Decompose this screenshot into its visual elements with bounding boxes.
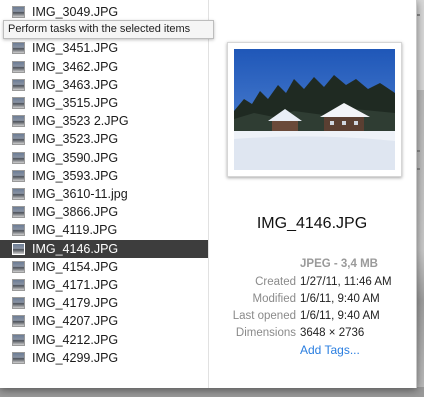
- file-row[interactable]: IMG_4119.JPG: [0, 221, 208, 239]
- file-name: IMG_3049.JPG: [32, 5, 119, 19]
- file-name: IMG_3515.JPG: [32, 96, 119, 110]
- background-strip: [0, 387, 424, 397]
- file-row[interactable]: IMG_4179.JPG: [0, 294, 208, 312]
- file-row[interactable]: IMG_3610-11.jpg: [0, 185, 208, 203]
- image-file-icon: [12, 242, 25, 255]
- metadata-value: 1/6/11, 9:40 AM: [300, 293, 380, 305]
- image-file-icon: [12, 133, 25, 146]
- file-name: IMG_3451.JPG: [32, 41, 119, 56]
- image-file-icon: [12, 351, 25, 364]
- metadata-key: Last opened: [232, 310, 296, 322]
- image-file-icon: [12, 260, 25, 273]
- file-row[interactable]: IMG_3523.JPG: [0, 130, 208, 148]
- metadata-value: 1/27/11, 11:46 AM: [300, 276, 392, 288]
- file-name: IMG_3463.JPG: [32, 77, 119, 92]
- file-row[interactable]: IMG_4299.JPG: [0, 349, 208, 367]
- metadata-key: Modified: [252, 293, 296, 305]
- file-name: IMG_4207.JPG: [32, 314, 119, 329]
- image-file-icon: [12, 42, 25, 55]
- file-name: IMG_4212.JPG: [32, 332, 119, 347]
- preview-image: [234, 49, 395, 170]
- image-file-icon: [12, 151, 25, 164]
- file-row[interactable]: IMG_4212.JPG: [0, 331, 208, 349]
- file-name: IMG_4171.JPG: [32, 278, 119, 292]
- file-name: IMG_4299.JPG: [32, 350, 119, 365]
- file-row[interactable]: IMG_3523 2.JPG: [0, 112, 208, 130]
- file-row[interactable]: IMG_3593.JPG: [0, 167, 208, 185]
- metadata-row: Dimensions 3648 × 2736: [208, 327, 416, 344]
- preview-filename: IMG_4146.JPG: [256, 215, 368, 232]
- image-file-icon: [12, 315, 25, 328]
- image-file-icon: [12, 188, 25, 200]
- file-row[interactable]: IMG_3462.JPG: [0, 58, 208, 76]
- file-name: IMG_3523 2.JPG: [32, 114, 129, 129]
- file-list: IMG_3049.JPGIMG_3350-1.jpgIMG_3451.JPGIM…: [0, 0, 209, 388]
- image-file-icon: [12, 97, 25, 109]
- file-name: IMG_3523.JPG: [32, 132, 119, 147]
- image-file-icon: [12, 169, 25, 182]
- file-name: IMG_4119.JPG: [32, 223, 118, 238]
- tooltip: Perform tasks with the selected items: [3, 20, 214, 39]
- file-row[interactable]: IMG_4146.JPG: [0, 239, 208, 258]
- file-row[interactable]: IMG_3463.JPG: [0, 76, 208, 94]
- image-file-icon: [12, 333, 25, 346]
- image-file-icon: [12, 206, 25, 219]
- preview-frame: [227, 42, 402, 177]
- file-row[interactable]: IMG_3590.JPG: [0, 149, 208, 167]
- metadata-row: Modified 1/6/11, 9:40 AM: [208, 293, 416, 310]
- file-row[interactable]: IMG_3515.JPG: [0, 94, 208, 112]
- metadata-row: Last opened 1/6/11, 9:40 AM: [208, 310, 416, 327]
- add-tags-link[interactable]: Add Tags...: [300, 343, 360, 357]
- quick-look-popover: IMG_3049.JPGIMG_3350-1.jpgIMG_3451.JPGIM…: [0, 0, 417, 388]
- image-file-icon: [12, 297, 25, 310]
- file-name: IMG_3590.JPG: [32, 150, 119, 165]
- metadata-value: 1/6/11, 9:40 AM: [300, 310, 380, 322]
- file-name: IMG_3866.JPG: [32, 205, 119, 220]
- file-name: IMG_3462.JPG: [32, 59, 119, 74]
- image-file-icon: [12, 6, 25, 18]
- file-row[interactable]: IMG_3866.JPG: [0, 203, 208, 221]
- image-file-icon: [12, 78, 25, 91]
- image-file-icon: [12, 279, 25, 291]
- file-kind-size: JPEG - 3,4 MB: [300, 258, 378, 270]
- file-name: IMG_3610-11.jpg: [32, 187, 128, 201]
- image-file-icon: [12, 60, 25, 73]
- file-row[interactable]: IMG_4154.JPG: [0, 258, 208, 276]
- metadata-value: 3648 × 2736: [300, 327, 365, 339]
- file-name: IMG_4146.JPG: [32, 241, 119, 256]
- file-row[interactable]: IMG_4171.JPG: [0, 276, 208, 294]
- file-name: IMG_4179.JPG: [32, 296, 119, 311]
- image-file-icon: [12, 224, 25, 237]
- file-row[interactable]: IMG_3451.JPG: [0, 39, 208, 57]
- file-row[interactable]: IMG_4207.JPG: [0, 312, 208, 330]
- metadata-key: Created: [255, 276, 296, 288]
- metadata-row: Created 1/27/11, 11:46 AM: [208, 276, 416, 293]
- file-row[interactable]: IMG_3049.JPG: [0, 3, 208, 21]
- image-file-icon: [12, 115, 25, 128]
- file-name: IMG_3593.JPG: [32, 168, 119, 183]
- metadata-key: Dimensions: [235, 327, 296, 339]
- file-name: IMG_4154.JPG: [32, 259, 119, 274]
